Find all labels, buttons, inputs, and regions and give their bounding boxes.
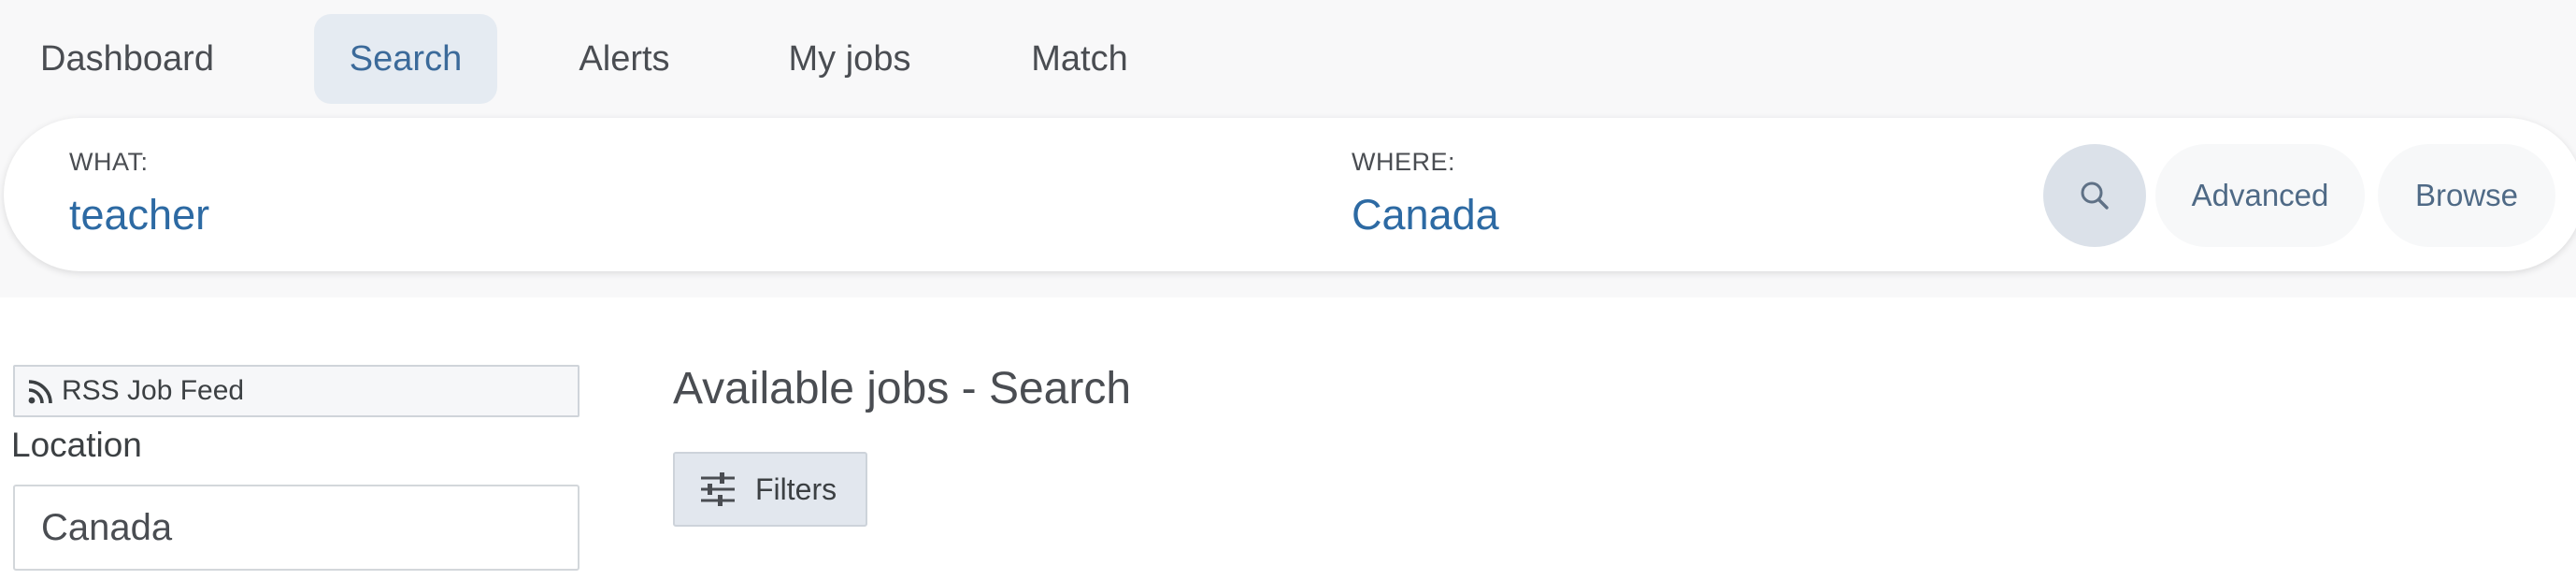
rss-job-feed-label: RSS Job Feed: [62, 375, 245, 406]
advanced-button[interactable]: Advanced: [2155, 144, 2365, 247]
sliders-icon: [701, 472, 735, 506]
page-title: Available jobs - Search: [673, 364, 1132, 413]
where-label: WHERE:: [1352, 148, 1455, 176]
tab-my-jobs[interactable]: My jobs: [772, 14, 927, 104]
top-band: Dashboard Search Alerts My jobs Match WH…: [0, 0, 2576, 297]
filters-label: Filters: [755, 472, 837, 506]
what-label: WHAT:: [69, 148, 149, 176]
search-icon: [2081, 181, 2109, 210]
location-input[interactable]: [13, 485, 580, 571]
browse-button[interactable]: Browse: [2378, 144, 2555, 247]
what-input[interactable]: teacher: [69, 191, 209, 239]
tab-match[interactable]: Match: [1011, 14, 1148, 104]
location-label: Location: [11, 426, 142, 464]
where-input[interactable]: Canada: [1352, 191, 1499, 239]
filters-button[interactable]: Filters: [673, 452, 867, 527]
rss-icon: [28, 380, 52, 404]
search-bar: WHAT: teacher WHERE: Canada Advanced Bro…: [4, 118, 2576, 271]
tab-dashboard[interactable]: Dashboard: [34, 14, 221, 104]
tab-search[interactable]: Search: [314, 14, 497, 104]
tab-alerts[interactable]: Alerts: [559, 14, 690, 104]
search-button[interactable]: [2043, 144, 2146, 247]
main-nav: Dashboard Search Alerts My jobs Match: [0, 0, 1215, 118]
rss-job-feed-button[interactable]: RSS Job Feed: [13, 365, 580, 417]
